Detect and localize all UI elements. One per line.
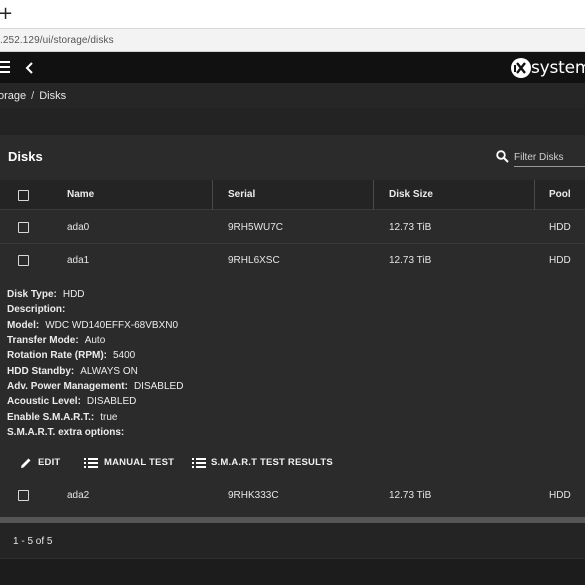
detail-value: 5400: [113, 350, 136, 361]
column-divider: [212, 180, 213, 210]
column-divider: [373, 180, 374, 210]
disk-size: 12.73 TiB: [389, 222, 432, 233]
detail-acoustic-level: Acoustic Level: DISABLED: [7, 396, 136, 407]
ix-logo-icon: [511, 58, 531, 78]
row-checkbox[interactable]: [18, 255, 29, 266]
table-header: Name Serial Disk Size Pool: [0, 180, 585, 210]
column-header-name[interactable]: Name: [67, 180, 94, 210]
search-icon: [496, 150, 509, 163]
smart-test-results-button[interactable]: S.M.A.R.T TEST RESULTS: [192, 453, 333, 473]
column-header-serial[interactable]: Serial: [228, 180, 255, 210]
detail-value: HDD: [62, 289, 85, 300]
detail-key: Adv. Power Management:: [7, 381, 128, 392]
detail-actions: EDIT MANUAL TEST S.M.A.R.T TEST RESULTS: [0, 453, 585, 473]
disks-card: Disks Name Serial Disk Size Pool ada0 9R…: [0, 135, 585, 520]
detail-key: Disk Type:: [7, 289, 57, 300]
brand-text: systems: [531, 58, 585, 78]
breadcrumb-storage[interactable]: orage: [0, 90, 26, 102]
detail-key: S.M.A.R.T. extra options:: [7, 427, 125, 438]
app-topbar: [0, 52, 585, 83]
disk-name: ada2: [67, 490, 90, 501]
disk-pool: HDD: [549, 255, 571, 266]
table-row[interactable]: ada2 9RHK333C 12.73 TiB HDD: [0, 479, 585, 512]
page-title: Disks: [8, 149, 43, 164]
row-checkbox[interactable]: [18, 222, 29, 233]
detail-enable-smart: Enable S.M.A.R.T.: true: [7, 412, 117, 423]
page-spacer: [0, 108, 585, 135]
disk-size: 12.73 TiB: [389, 255, 432, 266]
url-text[interactable]: .252.129/ui/storage/disks: [0, 35, 114, 46]
list-icon: [192, 458, 206, 468]
detail-smart-extra-options: S.M.A.R.T. extra options:: [7, 427, 130, 438]
edit-button[interactable]: EDIT: [19, 453, 61, 473]
detail-model: Model: WDC WD140EFFX-68VBXN0: [7, 320, 178, 331]
detail-key: HDD Standby:: [7, 366, 75, 377]
detail-value: Auto: [84, 335, 106, 346]
disk-name: ada1: [67, 255, 90, 266]
pagination-range: 1 - 5 of 5: [13, 536, 53, 547]
table-row[interactable]: ada0 9RH5WU7C 12.73 TiB HDD: [0, 211, 585, 244]
new-tab-button[interactable]: +: [0, 5, 13, 23]
table-row[interactable]: ada1 9RHL6XSC 12.73 TiB HDD: [0, 244, 585, 277]
manual-test-button[interactable]: MANUAL TEST: [84, 453, 174, 473]
manual-test-label: MANUAL TEST: [104, 457, 175, 468]
detail-key: Rotation Rate (RPM):: [7, 350, 107, 361]
detail-value: true: [100, 412, 118, 423]
detail-transfer-mode: Transfer Mode: Auto: [7, 335, 105, 346]
browser-tab-strip: +: [0, 0, 585, 28]
column-header-pool[interactable]: Pool: [549, 180, 571, 210]
edit-label: EDIT: [38, 457, 61, 468]
address-bar[interactable]: .252.129/ui/storage/disks: [0, 28, 585, 52]
bottom-band: [0, 558, 585, 585]
breadcrumb: orage / Disks: [0, 83, 585, 108]
disk-name: ada0: [67, 222, 90, 233]
breadcrumb-disks: Disks: [39, 90, 67, 102]
smart-test-results-label: S.M.A.R.T TEST RESULTS: [211, 457, 333, 468]
row-checkbox[interactable]: [18, 490, 29, 501]
detail-hdd-standby: HDD Standby: ALWAYS ON: [7, 366, 138, 377]
table-footer: 1 - 5 of 5: [0, 523, 585, 558]
pencil-icon: [21, 458, 31, 468]
breadcrumb-separator: /: [31, 90, 35, 102]
detail-value: DISABLED: [86, 396, 137, 407]
detail-value: ALWAYS ON: [80, 366, 138, 377]
column-divider: [534, 180, 535, 210]
list-icon: [84, 458, 98, 468]
detail-disk-type: Disk Type: HDD: [7, 289, 85, 300]
disk-pool: HDD: [549, 222, 571, 233]
disk-serial: 9RHK333C: [228, 490, 279, 501]
filter-disks: [496, 149, 585, 169]
detail-key: Model:: [7, 320, 40, 331]
detail-adv-power-management: Adv. Power Management: DISABLED: [7, 381, 183, 392]
detail-key: Acoustic Level:: [7, 396, 81, 407]
detail-description: Description:: [7, 304, 71, 315]
detail-key: Enable S.M.A.R.T.:: [7, 412, 95, 423]
select-all-checkbox[interactable]: [18, 190, 29, 201]
detail-value: WDC WD140EFFX-68VBXN0: [45, 320, 179, 331]
chevron-left-icon[interactable]: [24, 61, 36, 75]
hamburger-icon[interactable]: [0, 61, 10, 73]
ixsystems-logo: systems: [510, 57, 585, 79]
detail-rotation-rate: Rotation Rate (RPM): 5400: [7, 350, 135, 361]
detail-value: DISABLED: [133, 381, 184, 392]
filter-disks-input[interactable]: [514, 149, 585, 167]
detail-key: Description:: [7, 304, 66, 315]
column-header-disk-size[interactable]: Disk Size: [389, 180, 433, 210]
disk-pool: HDD: [549, 490, 571, 501]
detail-key: Transfer Mode:: [7, 335, 79, 346]
disk-serial: 9RHL6XSC: [228, 255, 280, 266]
disk-size: 12.73 TiB: [389, 490, 432, 501]
disk-serial: 9RH5WU7C: [228, 222, 284, 233]
